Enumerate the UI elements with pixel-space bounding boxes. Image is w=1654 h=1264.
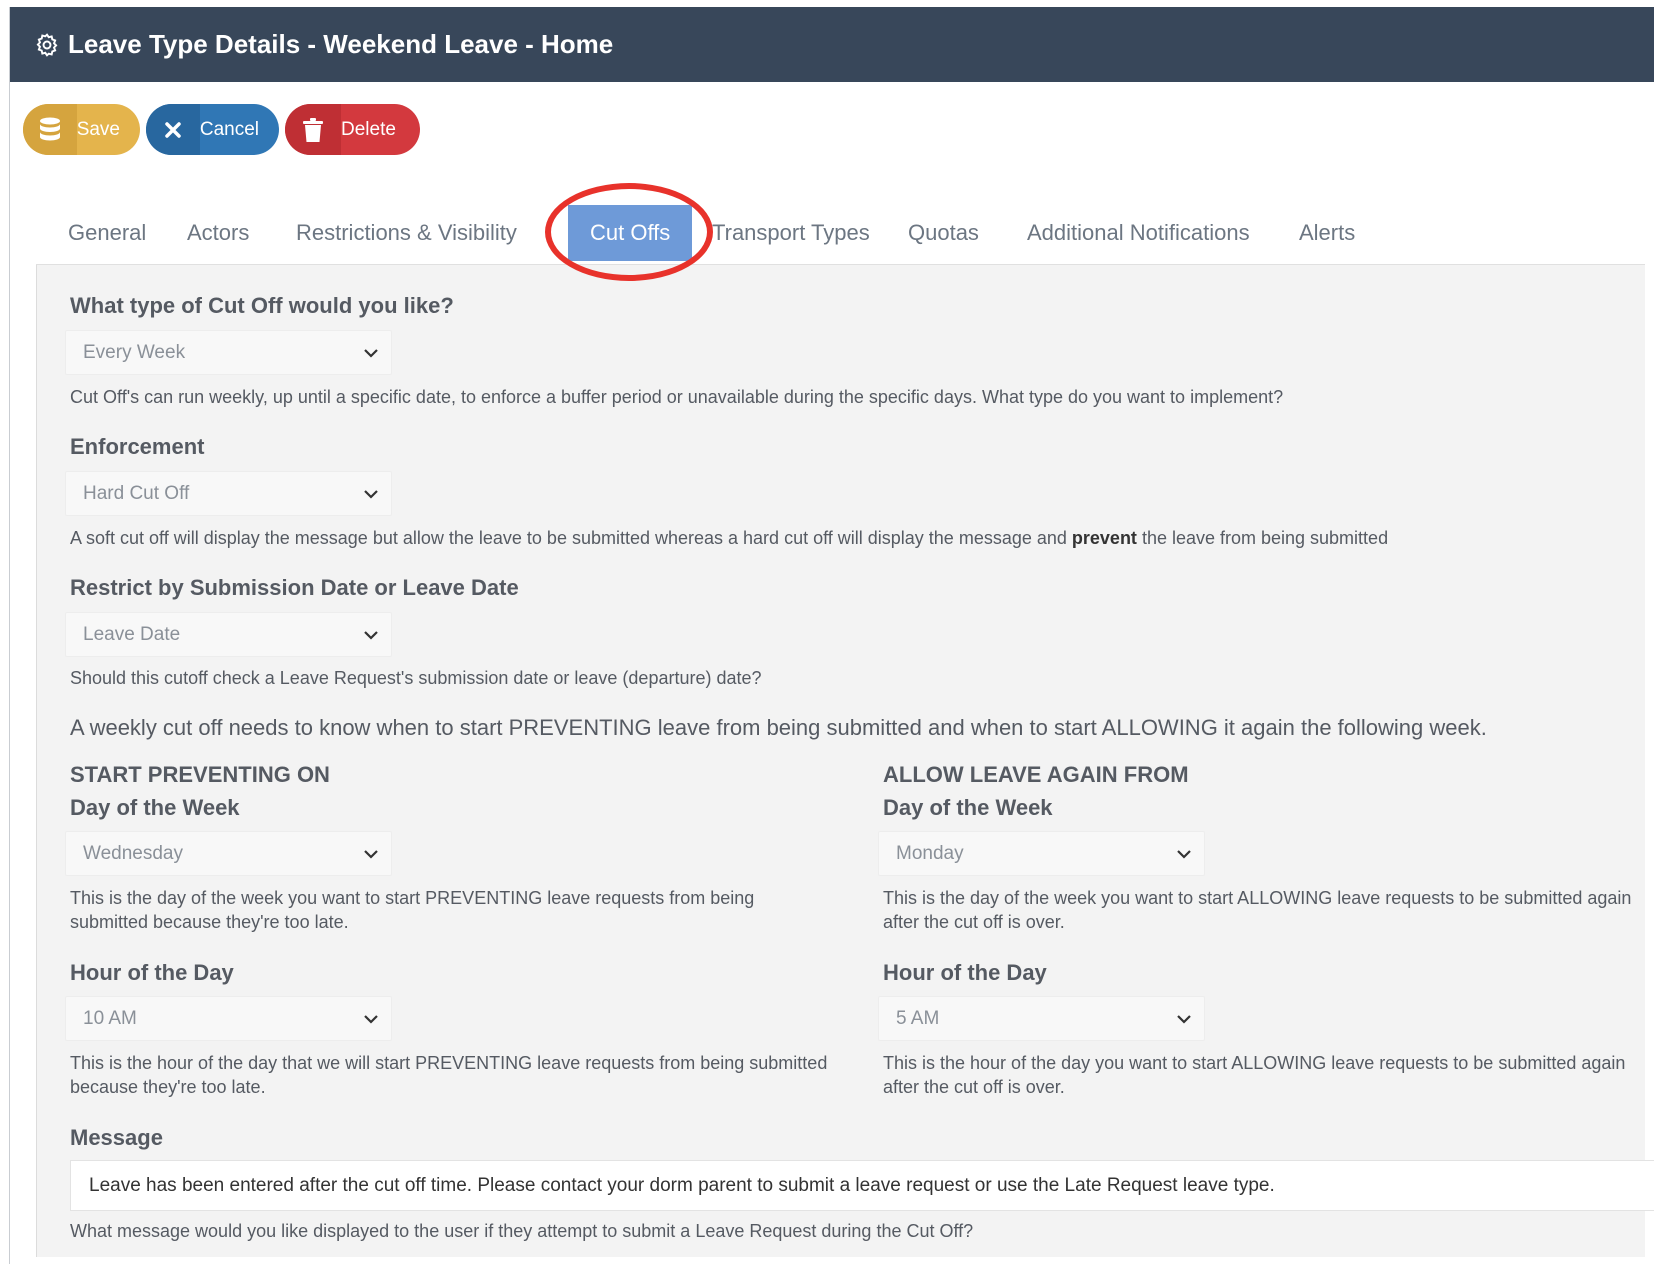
enforcement-help-bold: prevent: [1071, 528, 1137, 548]
gear-icon: [34, 32, 60, 58]
start-day-help: This is the day of the week you want to …: [70, 888, 755, 932]
start-day-value: Wednesday: [83, 843, 183, 864]
tab-cut-offs[interactable]: Cut Offs: [568, 205, 693, 261]
restrict-by-select[interactable]: Leave Date: [65, 612, 392, 657]
restrict-by-help: Should this cutoff check a Leave Request…: [70, 668, 762, 688]
allow-day-label: Day of the Week: [883, 795, 1053, 820]
allow-hour-select[interactable]: 5 AM: [878, 996, 1205, 1041]
tab-transport-types[interactable]: Transport Types: [690, 205, 892, 261]
chevron-down-icon: [1177, 1015, 1191, 1024]
tab-quotas[interactable]: Quotas: [886, 205, 1001, 261]
enforcement-help-text-end: the leave from being submitted: [1136, 528, 1389, 548]
start-hour-select[interactable]: 10 AM: [65, 996, 392, 1041]
start-hour-value: 10 AM: [83, 1008, 137, 1029]
chevron-down-icon: [364, 850, 378, 859]
enforcement-help-text: A soft cut off will display the message …: [70, 528, 1072, 548]
close-icon: [146, 104, 200, 155]
chevron-down-icon: [364, 490, 378, 499]
page-title: Leave Type Details - Weekend Leave - Hom…: [68, 29, 614, 59]
cancel-label: Cancel: [199, 118, 259, 140]
tab-general[interactable]: General: [46, 205, 168, 261]
start-day-label: Day of the Week: [70, 795, 240, 820]
cancel-button[interactable]: Cancel: [146, 104, 279, 155]
chevron-down-icon: [364, 1015, 378, 1024]
allow-hour-value: 5 AM: [896, 1008, 940, 1029]
delete-button[interactable]: Delete: [285, 104, 420, 155]
chevron-down-icon: [364, 631, 378, 640]
title-bar: Leave Type Details - Weekend Leave - Hom…: [10, 7, 1654, 82]
enforcement-value: Hard Cut Off: [83, 483, 190, 504]
chevron-down-icon: [1177, 850, 1191, 859]
allow-day-value: Monday: [896, 843, 964, 864]
cutoff-type-help: Cut Off's can run weekly, up until a spe…: [70, 387, 1284, 407]
allow-hour-label: Hour of the Day: [883, 960, 1047, 985]
start-day-select[interactable]: Wednesday: [65, 831, 392, 876]
enforcement-help: A soft cut off will display the message …: [70, 526, 1388, 550]
enforcement-select[interactable]: Hard Cut Off: [65, 471, 392, 516]
action-toolbar: Save Cancel Delete: [23, 104, 420, 155]
chevron-down-icon: [364, 349, 378, 358]
trash-icon: [285, 104, 341, 155]
tab-bar: General Actors Restrictions & Visibility…: [36, 195, 1645, 265]
enforcement-label: Enforcement: [70, 434, 205, 459]
message-value: Leave has been entered after the cut off…: [89, 1175, 1275, 1196]
message-label: Message: [70, 1125, 163, 1150]
tab-alerts[interactable]: Alerts: [1277, 205, 1377, 261]
weekly-intro-text: A weekly cut off needs to know when to s…: [70, 715, 1487, 740]
start-preventing-heading: START PREVENTING ON: [70, 762, 330, 787]
allow-hour-help: This is the hour of the day you want to …: [883, 1053, 1626, 1097]
database-icon: [23, 104, 77, 155]
cutoff-type-label: What type of Cut Off would you like?: [70, 293, 454, 318]
tab-actors[interactable]: Actors: [165, 205, 271, 261]
start-hour-label: Hour of the Day: [70, 960, 234, 985]
start-hour-help: This is the hour of the day that we will…: [70, 1053, 828, 1097]
restrict-by-label: Restrict by Submission Date or Leave Dat…: [70, 575, 519, 600]
message-help: What message would you like displayed to…: [70, 1221, 974, 1241]
allow-day-help: This is the day of the week you want to …: [883, 888, 1632, 932]
tab-additional-notifications[interactable]: Additional Notifications: [1005, 205, 1272, 261]
save-label: Save: [76, 118, 120, 140]
tab-restrictions-visibility[interactable]: Restrictions & Visibility: [274, 205, 539, 261]
allow-day-select[interactable]: Monday: [878, 831, 1205, 876]
cutoff-type-select[interactable]: Every Week: [65, 330, 392, 375]
save-button[interactable]: Save: [23, 104, 140, 155]
restrict-by-value: Leave Date: [83, 624, 181, 645]
allow-again-heading: ALLOW LEAVE AGAIN FROM: [883, 762, 1189, 787]
message-input[interactable]: Leave has been entered after the cut off…: [70, 1160, 1654, 1211]
cutoff-type-value: Every Week: [83, 342, 186, 363]
delete-label: Delete: [341, 118, 396, 140]
